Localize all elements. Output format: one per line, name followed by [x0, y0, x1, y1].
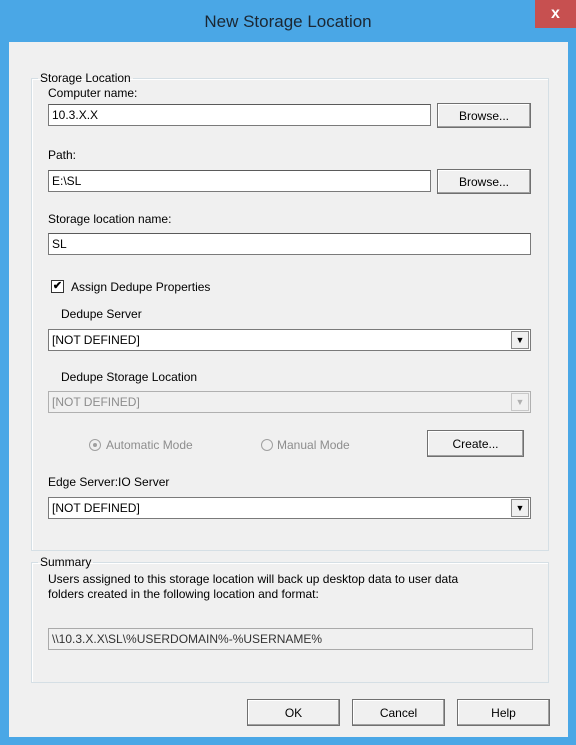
cancel-button[interactable]: Cancel: [352, 699, 445, 726]
dialog-body: Storage Location Computer name: 10.3.X.X…: [9, 42, 568, 737]
manual-mode-label: Manual Mode: [277, 438, 350, 452]
automatic-mode-radio[interactable]: [89, 439, 101, 451]
dedupe-storage-location-label: Dedupe Storage Location: [61, 370, 198, 384]
automatic-mode-label: Automatic Mode: [106, 438, 193, 452]
assign-dedupe-checkbox[interactable]: ✔: [51, 280, 64, 293]
path-label: Path:: [48, 148, 77, 162]
chevron-down-icon[interactable]: ▼: [511, 499, 529, 517]
storage-location-name-input[interactable]: SL: [48, 233, 531, 255]
create-button[interactable]: Create...: [427, 430, 524, 457]
path-browse-button[interactable]: Browse...: [437, 169, 531, 194]
computer-browse-button[interactable]: Browse...: [437, 103, 531, 128]
chevron-down-icon[interactable]: ▼: [511, 393, 529, 411]
edge-server-select[interactable]: [NOT DEFINED] ▼: [48, 497, 531, 519]
assign-dedupe-label[interactable]: Assign Dedupe Properties: [71, 280, 210, 294]
summary-text-line-1: Users assigned to this storage location …: [48, 572, 459, 586]
manual-mode-radio[interactable]: [261, 439, 273, 451]
storage-location-legend: Storage Location: [40, 71, 131, 85]
storage-location-name-label: Storage location name:: [48, 212, 172, 226]
computer-name-label: Computer name:: [48, 86, 138, 100]
path-input[interactable]: E:\SL: [48, 170, 431, 192]
dialog-title: New Storage Location: [204, 12, 372, 31]
close-button[interactable]: x: [535, 0, 576, 28]
computer-name-input[interactable]: 10.3.X.X: [48, 104, 431, 126]
dedupe-storage-location-value: [NOT DEFINED]: [52, 395, 140, 409]
title-bar[interactable]: New Storage Location x: [0, 0, 576, 42]
summary-text-line-2: folders created in the following locatio…: [48, 587, 319, 601]
ok-button[interactable]: OK: [247, 699, 340, 726]
chevron-down-icon[interactable]: ▼: [511, 331, 529, 349]
dedupe-server-select[interactable]: [NOT DEFINED] ▼: [48, 329, 531, 351]
edge-server-label: Edge Server:IO Server: [48, 475, 170, 489]
dialog-window: New Storage Location x Storage Location …: [0, 0, 576, 745]
help-button[interactable]: Help: [457, 699, 550, 726]
summary-path-field: \\10.3.X.X\SL\%USERDOMAIN%-%USERNAME%: [48, 628, 533, 650]
dedupe-server-label: Dedupe Server: [61, 307, 142, 321]
close-icon: x: [551, 5, 560, 22]
edge-server-value: [NOT DEFINED]: [52, 501, 140, 515]
dedupe-storage-location-select[interactable]: [NOT DEFINED] ▼: [48, 391, 531, 413]
summary-legend: Summary: [40, 555, 92, 569]
dedupe-server-value: [NOT DEFINED]: [52, 333, 140, 347]
